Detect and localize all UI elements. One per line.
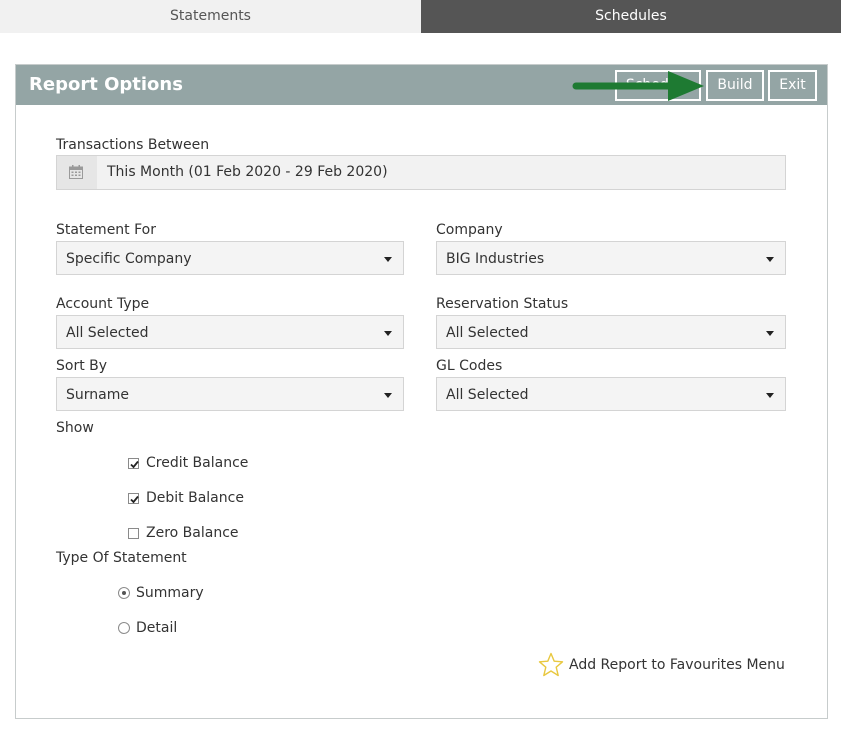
checkmark-icon [130, 460, 139, 469]
statement-for-label: Statement For [56, 222, 156, 238]
gl-codes-label: GL Codes [436, 358, 503, 374]
gl-codes-select[interactable]: All Selected [436, 377, 786, 411]
summary-radio[interactable] [118, 587, 130, 599]
chevron-down-icon [766, 331, 774, 336]
company-select[interactable]: BIG Industries [436, 241, 786, 275]
add-to-favourites-link[interactable]: Add Report to Favourites Menu [569, 657, 785, 673]
statement-for-select[interactable]: Specific Company [56, 241, 404, 275]
report-tabs: Statements Schedules [0, 0, 841, 33]
company-label: Company [436, 222, 503, 238]
chevron-down-icon [766, 393, 774, 398]
radio-selected-dot [122, 591, 126, 595]
credit-balance-label[interactable]: Credit Balance [146, 455, 248, 471]
reservation-status-label: Reservation Status [436, 296, 569, 312]
checkmark-icon [130, 495, 139, 504]
credit-balance-checkbox[interactable] [128, 458, 139, 469]
company-value: BIG Industries [446, 251, 545, 267]
star-outline-icon[interactable] [538, 652, 564, 678]
detail-label[interactable]: Detail [136, 620, 177, 636]
transactions-between-label: Transactions Between [56, 137, 210, 153]
chevron-down-icon [384, 257, 392, 262]
debit-balance-checkbox[interactable] [128, 493, 139, 504]
date-icon-box[interactable] [57, 156, 97, 189]
date-range-field[interactable]: This Month (01 Feb 2020 - 29 Feb 2020) [56, 155, 786, 190]
reservation-status-select[interactable]: All Selected [436, 315, 786, 349]
zero-balance-label[interactable]: Zero Balance [146, 525, 239, 541]
annotation-arrow-icon [572, 71, 704, 101]
sort-by-label: Sort By [56, 358, 108, 374]
panel-title: Report Options [29, 74, 183, 95]
account-type-select[interactable]: All Selected [56, 315, 404, 349]
chevron-down-icon [766, 257, 774, 262]
account-type-label: Account Type [56, 296, 150, 312]
date-range-value: This Month (01 Feb 2020 - 29 Feb 2020) [107, 164, 388, 180]
debit-balance-label[interactable]: Debit Balance [146, 490, 244, 506]
chevron-down-icon [384, 331, 392, 336]
account-type-value: All Selected [66, 325, 149, 341]
tab-schedules[interactable]: Schedules [421, 0, 841, 33]
gl-codes-value: All Selected [446, 387, 529, 403]
sort-by-value: Surname [66, 387, 129, 403]
reservation-status-value: All Selected [446, 325, 529, 341]
statement-for-value: Specific Company [66, 251, 192, 267]
statement-type-label: Type Of Statement [56, 550, 187, 566]
zero-balance-checkbox[interactable] [128, 528, 139, 539]
calendar-icon [69, 165, 83, 179]
chevron-down-icon [384, 393, 392, 398]
summary-label[interactable]: Summary [136, 585, 204, 601]
build-button[interactable]: Build [706, 70, 764, 101]
detail-radio[interactable] [118, 622, 130, 634]
exit-button[interactable]: Exit [768, 70, 817, 101]
tab-statements[interactable]: Statements [0, 0, 421, 33]
sort-by-select[interactable]: Surname [56, 377, 404, 411]
show-label: Show [56, 420, 94, 436]
